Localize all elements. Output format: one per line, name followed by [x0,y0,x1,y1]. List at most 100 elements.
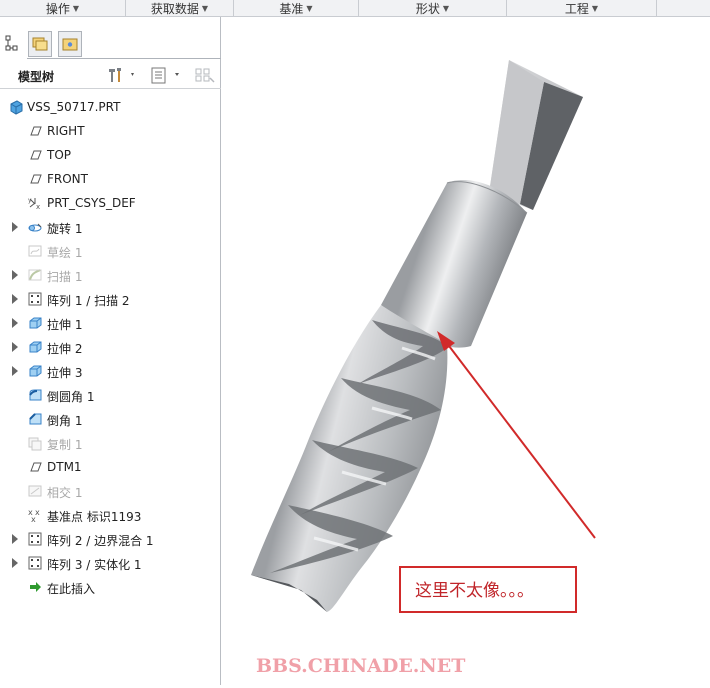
part-icon [8,99,24,115]
show-options-icon[interactable] [150,66,186,84]
expand-arrow-icon[interactable] [12,270,18,280]
tree-item[interactable]: 旋转 1 [0,216,220,238]
tree-item[interactable]: FRONT [0,168,220,190]
filter-tree-icon[interactable] [194,66,216,84]
menu-item-label: 基准 [279,1,304,16]
expand-arrow-icon[interactable] [12,318,18,328]
tree-item-label: 倒圆角 1 [47,390,95,404]
tree-item[interactable]: 阵列 3 / 实体化 1 [0,552,220,574]
menu-filler [657,0,710,16]
chevron-down-icon: ▼ [442,3,450,13]
menu-item-label: 形状 [415,1,440,16]
datum-plane-icon [27,123,43,139]
datum-point-icon: xxx [27,507,43,524]
tree-item-label: RIGHT [47,124,85,138]
expand-arrow-icon[interactable] [12,534,18,544]
tree-item-label: 阵列 3 / 实体化 1 [47,558,142,572]
annotation-callout: 这里不太像。。。 [399,566,577,613]
csys-icon: xy [27,195,43,211]
tree-item[interactable]: VSS_50717.PRT [0,96,220,118]
copy-icon [27,435,43,451]
tree-item[interactable]: 扫描 1 [0,264,220,286]
tree-item[interactable]: 复制 1 [0,432,220,454]
svg-text:x: x [36,203,40,211]
tab-divider [27,58,221,59]
menu-item[interactable]: 形状 ▼ [359,0,507,16]
menu-item[interactable]: 工程 ▼ [507,0,657,16]
tree-item-label: 阵列 1 / 扫描 2 [47,294,130,308]
tree-item-label: 拉伸 3 [47,366,83,380]
menu-item[interactable]: 基准 ▼ [234,0,359,16]
panel-tabs [0,17,221,59]
tree-item[interactable]: 相交 1 [0,480,220,502]
tree-item-label: 拉伸 1 [47,318,83,332]
chevron-down-icon: ▼ [201,3,209,13]
layers-icon [32,37,48,51]
tree-item-label: 基准点 标识1193 [47,510,142,524]
tab-favorites[interactable] [58,31,82,57]
watermark: BBS.CHINADE.NET [256,655,466,677]
tree-item[interactable]: TOP [0,144,220,166]
tree-item[interactable]: 拉伸 2 [0,336,220,358]
tree-item-label: 草绘 1 [47,246,83,260]
tree-item[interactable]: 阵列 2 / 边界混合 1 [0,528,220,550]
tree-item-label: VSS_50717.PRT [27,100,121,114]
svg-text:x: x [35,508,40,517]
revolve-icon [27,219,43,235]
sketch-icon [27,243,43,259]
pattern-icon [27,291,43,307]
tree-item-label: 拉伸 2 [47,342,83,356]
expand-arrow-icon[interactable] [12,222,18,232]
tree-item-label: 在此插入 [47,582,96,596]
menu-item-label: 获取数据 [150,1,199,16]
tree-item-label: 扫描 1 [47,270,83,284]
tree-item[interactable]: 在此插入 [0,576,220,598]
chevron-down-icon: ▼ [591,3,599,13]
chevron-down-icon: ▼ [306,3,313,13]
tree-item[interactable]: 倒角 1 [0,408,220,430]
datum-plane-icon [27,147,43,163]
tab-model-tree[interactable] [0,33,24,59]
extrude-icon [27,315,43,331]
settings-tools-icon[interactable] [106,66,138,84]
tree-item[interactable]: 拉伸 3 [0,360,220,382]
tree-item[interactable]: DTM1 [0,456,220,478]
tree-icon [5,35,18,51]
datum-plane-icon [27,459,43,475]
sweep-icon [27,267,43,283]
expand-arrow-icon[interactable] [12,294,18,304]
panel-title: 模型树 [18,70,55,84]
tree-item-label: TOP [47,148,72,162]
tree-item[interactable]: 阵列 1 / 扫描 2 [0,288,220,310]
menu-item[interactable]: 操作 ▼ [0,0,126,16]
tree-item[interactable]: x y PRT_CSYS_DEF [0,192,220,214]
svg-text:y: y [28,197,32,204]
tree-item[interactable]: 倒圆角 1 [0,384,220,406]
extrude-icon [27,363,43,379]
pattern-icon [27,531,43,547]
datum-plane-icon [27,171,43,187]
annotation-arrow-line [445,341,596,539]
folder-star-icon [62,38,78,51]
menu-item-label: 操作 [45,1,70,16]
menu-item-label: 工程 [564,1,589,16]
tab-layers[interactable] [28,31,52,57]
tree-item-label: 旋转 1 [47,222,83,236]
annotation-text: 这里不太像。。。 [415,581,534,601]
tree-item[interactable]: 草绘 1 [0,240,220,262]
header-divider [0,88,221,89]
expand-arrow-icon[interactable] [12,558,18,568]
svg-text:x: x [31,515,36,523]
round-icon [27,387,43,403]
menu-item[interactable]: 获取数据 ▼ [126,0,234,16]
pattern-icon [27,555,43,571]
tree-item-label: PRT_CSYS_DEF [47,196,136,210]
tree-item[interactable]: x x x 基准点 标识1193 [0,504,220,526]
tree-item-label: 复制 1 [47,438,83,452]
tree-item[interactable]: RIGHT [0,120,220,142]
model-tree-panel: 模型树 VSS_50717.PRT RIGHT TOP FRONT x y PR… [0,17,221,685]
expand-arrow-icon[interactable] [12,342,18,352]
tree-item[interactable]: 拉伸 1 [0,312,220,334]
expand-arrow-icon[interactable] [12,366,18,376]
tree-item-label: FRONT [47,172,88,186]
